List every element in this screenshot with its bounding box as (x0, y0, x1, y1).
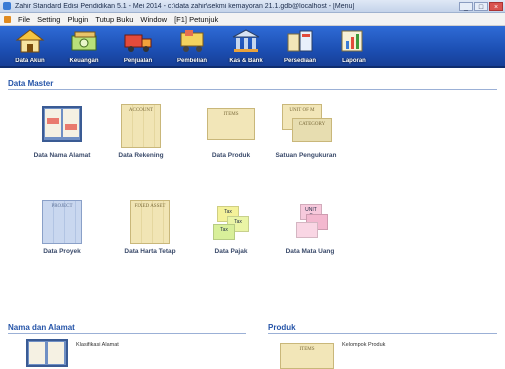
toolbar-label: Persediaan (283, 58, 317, 64)
menu-plugin[interactable]: Plugin (67, 15, 88, 24)
tax-note: Tax (213, 224, 235, 240)
data-pajak-item[interactable]: Tax Tax Tax Data Pajak (192, 200, 270, 256)
items-card: ITEMS (280, 343, 334, 369)
data-harta-tetap-item[interactable]: FIXED ASSET Data Harta Tetap (111, 200, 189, 256)
item-label: Satuan Pengukuran (275, 152, 337, 159)
project-card: PROJECT (42, 200, 82, 244)
section-title-produk: Produk (268, 323, 497, 334)
main-toolbar: Data Akun Keuangan Penjualan Pembelian K… (0, 26, 505, 68)
ledger-icon: ACCOUNT (113, 104, 169, 148)
item-description: Klasifikasi Alamat (76, 342, 119, 348)
money-icon (71, 31, 97, 51)
category-card: CATEGORY (292, 118, 332, 142)
house-icon (15, 29, 45, 53)
maximize-button[interactable]: □ (474, 1, 488, 11)
item-label: Data Nama Alamat (33, 152, 91, 159)
items-card: ITEMS (207, 108, 255, 140)
item-label: Data Harta Tetap (124, 248, 176, 255)
item-label: Data Rekening (118, 152, 164, 159)
cart-icon (180, 30, 204, 52)
item-label: Data Mata Uang (285, 248, 335, 255)
toolbar-label: Laporan (342, 58, 366, 64)
toolbar-label: Data Akun (15, 58, 45, 64)
address-book-icon (34, 104, 90, 146)
truck-icon (124, 34, 152, 52)
menu-file[interactable]: File (18, 15, 30, 24)
menu-tutup-buku[interactable]: Tutup Buku (95, 15, 133, 24)
currency-note (296, 222, 318, 238)
account-card: ACCOUNT (121, 104, 161, 148)
toolbar-laporan-button[interactable]: Laporan (330, 26, 378, 66)
satuan-pengukuran-item[interactable]: UNIT OF M CATEGORY Satuan Pengukuran (267, 104, 345, 160)
asset-icon: FIXED ASSET (122, 200, 178, 244)
section-title-data-master: Data Master (8, 79, 497, 90)
currency-icon: UNIT S (282, 200, 338, 242)
fixed-asset-card: FIXED ASSET (130, 200, 170, 244)
box-icon (287, 30, 313, 52)
klasifikasi-alamat-item[interactable]: Klasifikasi Alamat (26, 339, 119, 367)
item-label: Data Produk (211, 152, 251, 159)
app-icon (3, 2, 11, 10)
toolbar-label: Pembelian (176, 58, 207, 64)
toolbar-data-akun-button[interactable]: Data Akun (6, 26, 54, 66)
toolbar-label: Penjualan (123, 58, 153, 64)
close-button[interactable]: × (489, 1, 503, 11)
data-produk-item[interactable]: ITEMS Data Produk (192, 104, 270, 160)
kelompok-produk-item[interactable]: ITEMS Kelompok Produk (280, 339, 386, 369)
data-rekening-item[interactable]: ACCOUNT Data Rekening (102, 104, 180, 160)
data-nama-alamat-item[interactable]: Data Nama Alamat (23, 104, 101, 160)
item-label: Data Pajak (214, 248, 248, 255)
menu-setting[interactable]: Setting (37, 15, 60, 24)
menu-window[interactable]: Window (140, 15, 167, 24)
window-title-bar: Zahir Standard Edisi Pendidikan 5.1 - Me… (0, 0, 505, 13)
menu-bar: File Setting Plugin Tutup Buku Window [F… (0, 13, 505, 26)
data-proyek-item[interactable]: PROJECT Data Proyek (23, 200, 101, 256)
item-description: Kelompok Produk (342, 342, 386, 348)
minimize-button[interactable]: _ (459, 1, 473, 11)
window-title: Zahir Standard Edisi Pendidikan 5.1 - Me… (15, 2, 355, 10)
section-title-nama-alamat: Nama dan Alamat (8, 323, 246, 334)
chart-icon (341, 30, 363, 52)
items-icon: ITEMS (280, 339, 334, 369)
tax-icon: Tax Tax Tax (203, 200, 259, 242)
data-mata-uang-item[interactable]: UNIT S Data Mata Uang (271, 200, 349, 256)
toolbar-label: Kas & Bank (229, 58, 263, 64)
window-controls: _ □ × (458, 1, 503, 11)
bank-icon (232, 29, 260, 52)
unit-icon: UNIT OF M CATEGORY (278, 104, 334, 146)
items-icon: ITEMS (203, 104, 259, 146)
app-menu-icon[interactable] (4, 15, 11, 23)
toolbar-kas-bank-button[interactable]: Kas & Bank (222, 26, 270, 66)
toolbar-keuangan-button[interactable]: Keuangan (60, 26, 108, 66)
address-book-icon (26, 339, 68, 367)
menu-petunjuk[interactable]: [F1] Petunjuk (174, 15, 218, 24)
item-label: Data Proyek (43, 248, 81, 255)
toolbar-penjualan-button[interactable]: Penjualan (114, 26, 162, 66)
toolbar-persediaan-button[interactable]: Persediaan (276, 26, 324, 66)
project-icon: PROJECT (34, 200, 90, 244)
toolbar-pembelian-button[interactable]: Pembelian (168, 26, 216, 66)
toolbar-label: Keuangan (69, 58, 99, 64)
